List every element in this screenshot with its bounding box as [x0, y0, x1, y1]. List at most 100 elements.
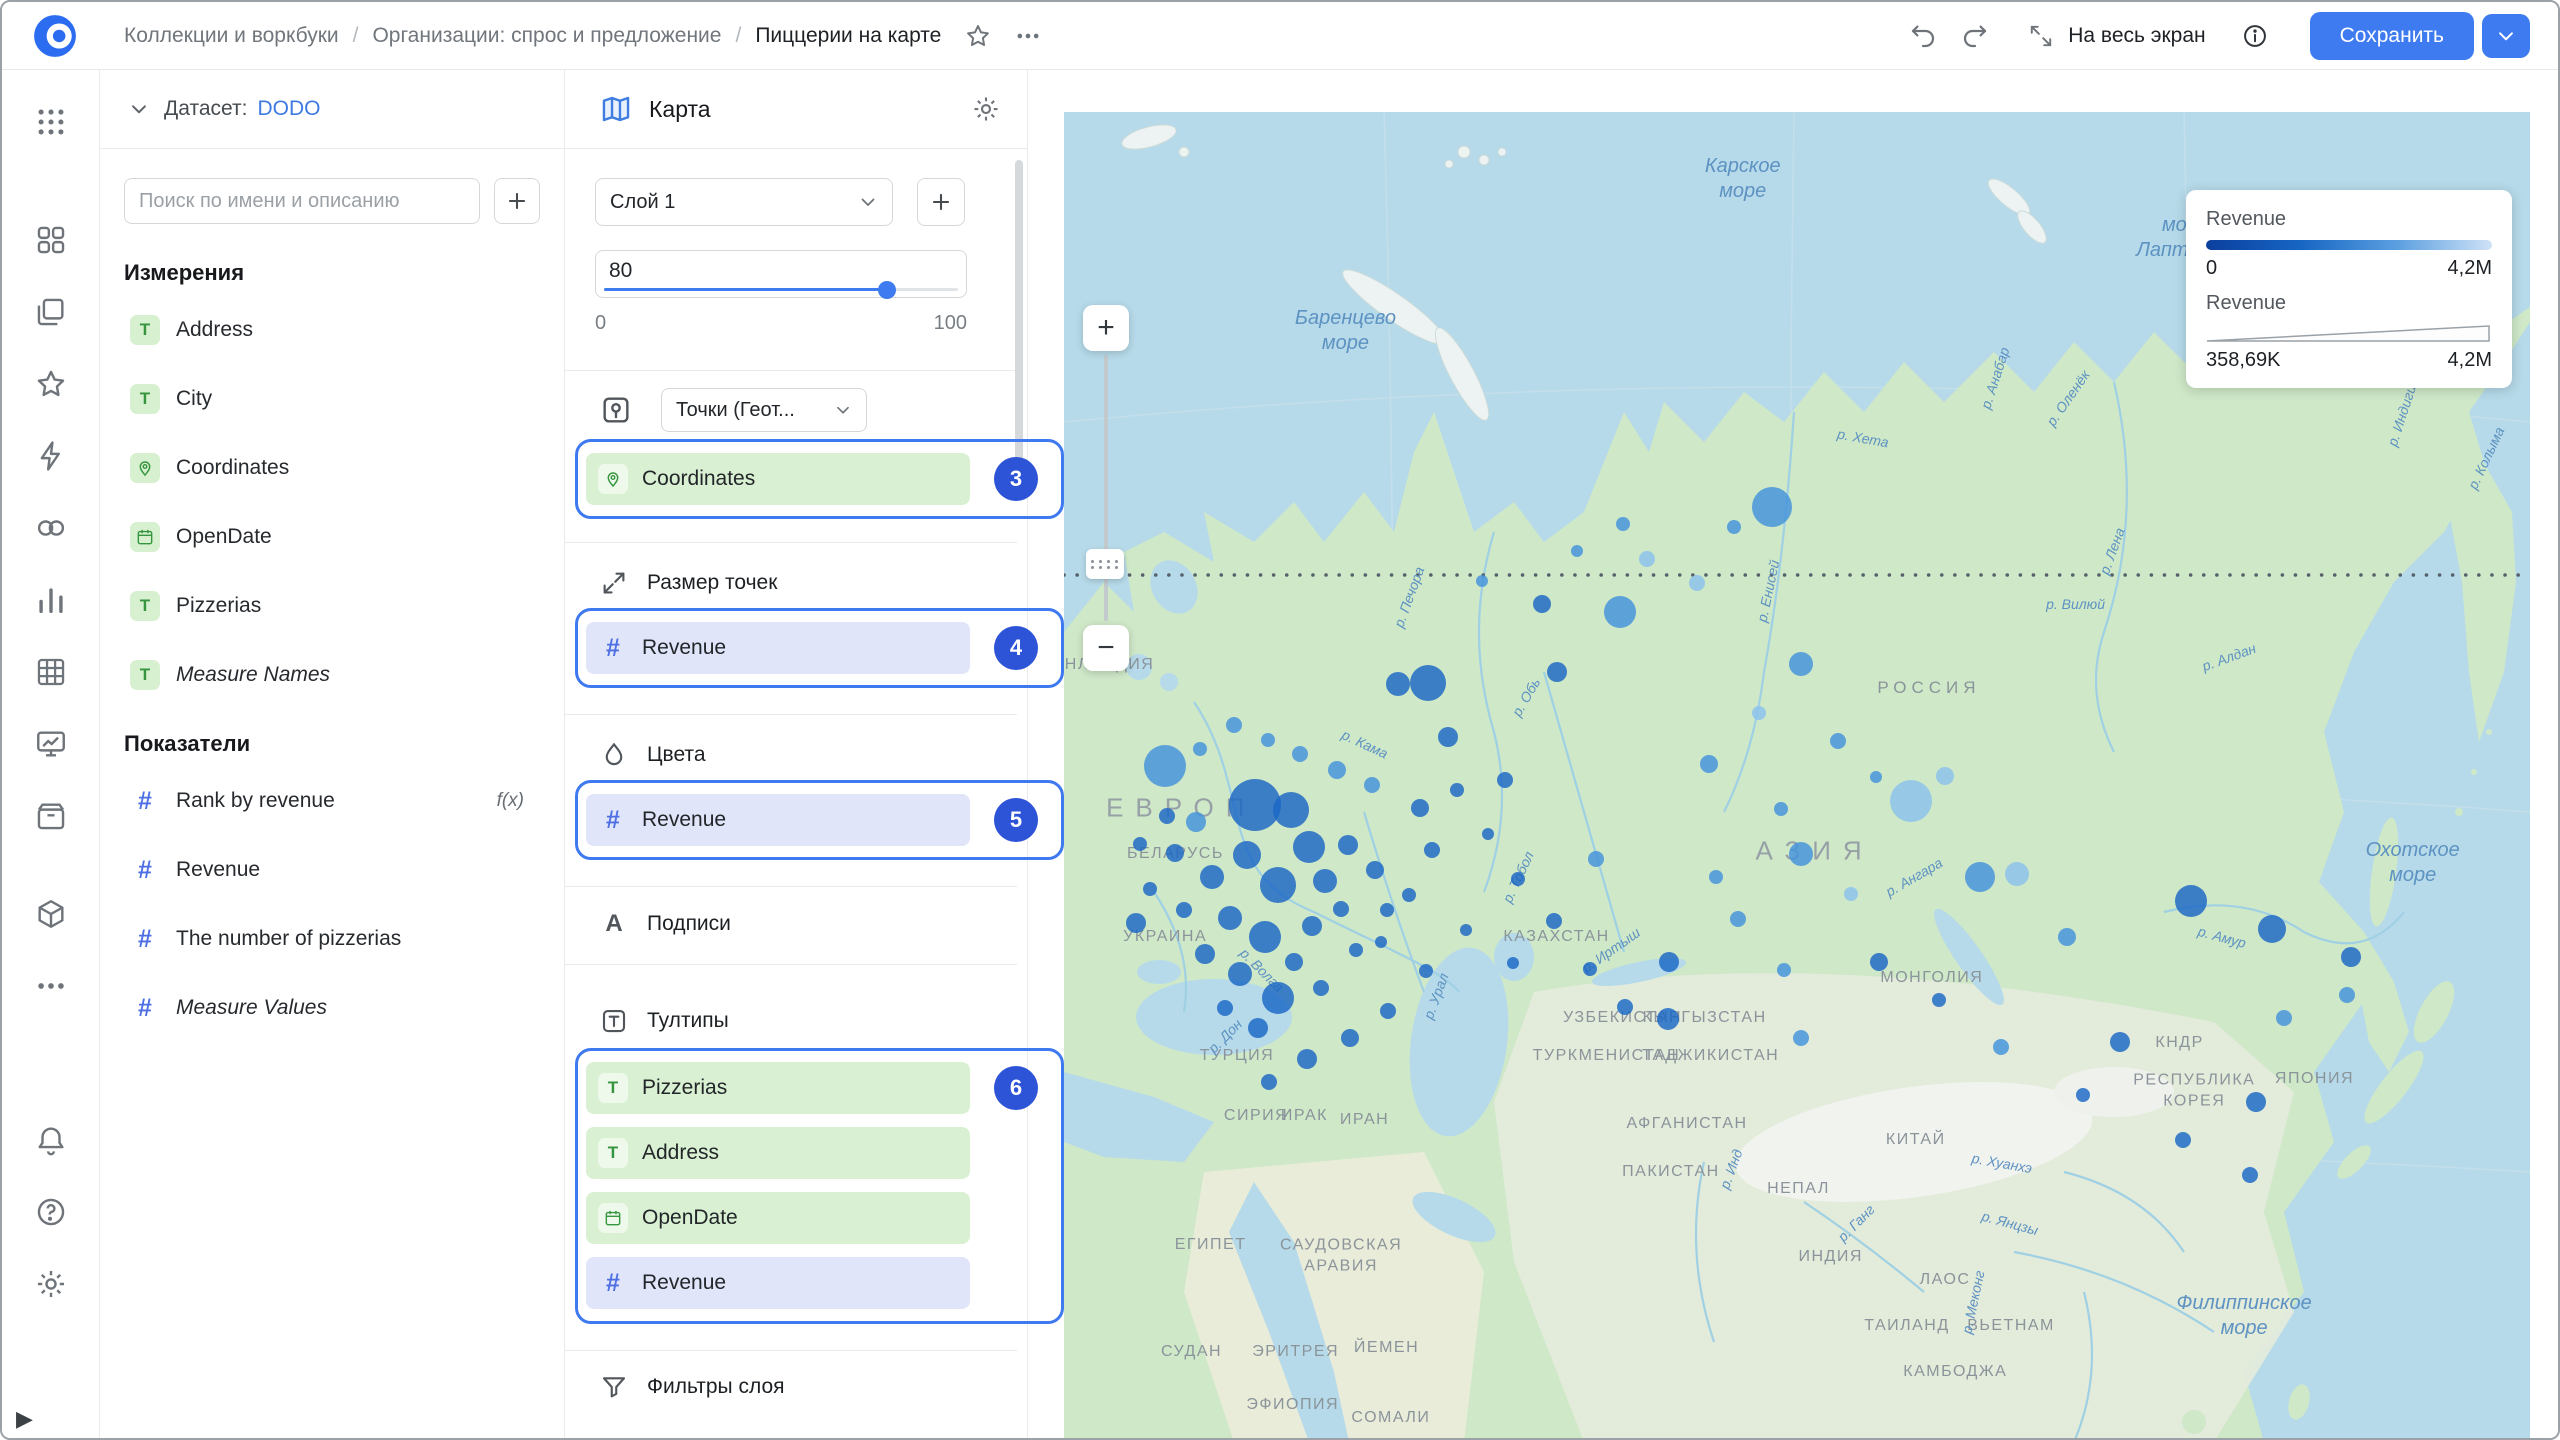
- map-bubble[interactable]: [1233, 841, 1261, 869]
- map-bubble[interactable]: [1249, 921, 1281, 953]
- map-bubble[interactable]: [1730, 911, 1746, 927]
- map-bubble[interactable]: [1511, 872, 1525, 886]
- add-layer-button[interactable]: [917, 178, 965, 226]
- dataset-field-measure-names[interactable]: TMeasure Names: [124, 643, 540, 707]
- dataset-field-rank-by-revenue[interactable]: #Rank by revenuef(x): [124, 769, 540, 833]
- rail-settings-icon[interactable]: [29, 1262, 73, 1306]
- dataset-field-address[interactable]: TAddress: [124, 298, 540, 362]
- layer-filters-section[interactable]: Фильтры слоя: [599, 1363, 785, 1411]
- tooltip-field-address[interactable]: TAddress: [586, 1127, 970, 1179]
- map-bubble[interactable]: [1176, 902, 1192, 918]
- dataset-field-coordinates[interactable]: Coordinates: [124, 436, 540, 500]
- map-bubble[interactable]: [1143, 882, 1157, 896]
- map-bubble[interactable]: [1616, 517, 1630, 531]
- map-canvas[interactable]: Карское мореБаренцево мореморе ЛаптевыхО…: [1064, 112, 2530, 1440]
- map-bubble[interactable]: [2276, 1010, 2292, 1026]
- map-bubble[interactable]: [1200, 865, 1224, 889]
- map-bubble[interactable]: [1193, 742, 1207, 756]
- map-bubble[interactable]: [1659, 952, 1679, 972]
- favorite-star-icon[interactable]: [963, 21, 993, 51]
- map-bubble[interactable]: [1364, 777, 1380, 793]
- layer-select[interactable]: Слой 1: [595, 178, 893, 226]
- map-bubble[interactable]: [1411, 799, 1429, 817]
- map-bubble[interactable]: [1830, 733, 1846, 749]
- save-button[interactable]: Сохранить: [2310, 12, 2474, 60]
- map-bubble[interactable]: [1144, 745, 1186, 787]
- map-bubble[interactable]: [2175, 885, 2207, 917]
- map-bubble[interactable]: [1248, 1018, 1268, 1038]
- more-actions-icon[interactable]: [1013, 21, 1043, 51]
- rail-connections-icon[interactable]: [29, 434, 73, 478]
- map-bubble[interactable]: [2076, 1088, 2090, 1102]
- dataset-name-link[interactable]: DODO: [257, 97, 320, 121]
- map-bubble[interactable]: [1789, 652, 1813, 676]
- map-bubble[interactable]: [1870, 953, 1888, 971]
- dataset-field-city[interactable]: TCity: [124, 367, 540, 431]
- labels-section[interactable]: A Подписи: [599, 900, 731, 948]
- map-bubble[interactable]: [1583, 962, 1597, 976]
- geo-type-select[interactable]: Точки (Геот...: [661, 388, 867, 432]
- map-bubble[interactable]: [1338, 835, 1358, 855]
- opacity-slider[interactable]: 80: [595, 250, 967, 298]
- map-bubble[interactable]: [1293, 831, 1325, 863]
- save-dropdown-button[interactable]: [2482, 14, 2530, 58]
- map-bubble[interactable]: [1777, 963, 1791, 977]
- map-bubble[interactable]: [1261, 733, 1275, 747]
- points-field-chip[interactable]: Coordinates: [586, 453, 970, 505]
- map-bubble[interactable]: [1932, 993, 1946, 1007]
- map-bubble[interactable]: [1639, 551, 1655, 567]
- map-bubble[interactable]: [1126, 913, 1146, 933]
- map-bubble[interactable]: [1262, 982, 1294, 1014]
- rail-dashboards-icon[interactable]: [29, 650, 73, 694]
- map-bubble[interactable]: [1657, 1008, 1679, 1030]
- map-bubble[interactable]: [2058, 928, 2076, 946]
- rail-charts-icon[interactable]: [29, 578, 73, 622]
- datalens-logo[interactable]: [32, 13, 78, 59]
- undo-icon[interactable]: [1908, 21, 1938, 51]
- map-bubble[interactable]: [2110, 1032, 2130, 1052]
- map-bubble[interactable]: [1260, 867, 1296, 903]
- map-bubble[interactable]: [1700, 755, 1718, 773]
- rail-help-icon[interactable]: [29, 1190, 73, 1234]
- rail-collections-icon[interactable]: [29, 218, 73, 262]
- chart-settings-gear-icon[interactable]: [971, 94, 1001, 124]
- map-bubble[interactable]: [1302, 916, 1322, 936]
- colors-field-chip[interactable]: # Revenue: [586, 794, 970, 846]
- map-bubble[interactable]: [1292, 746, 1308, 762]
- map-bubble[interactable]: [1386, 672, 1410, 696]
- map-bubble[interactable]: [1297, 1049, 1317, 1069]
- tooltip-field-opendate[interactable]: OpenDate: [586, 1192, 970, 1244]
- map-bubble[interactable]: [1870, 771, 1882, 783]
- map-bubble[interactable]: [1424, 842, 1440, 858]
- map-bubble[interactable]: [1380, 903, 1394, 917]
- map-bubble[interactable]: [1547, 662, 1567, 682]
- add-field-button[interactable]: [494, 178, 540, 224]
- map-bubble[interactable]: [1228, 962, 1252, 986]
- map-bubble[interactable]: [1419, 964, 1433, 978]
- zoom-slider[interactable]: [1104, 355, 1108, 621]
- map-bubble[interactable]: [1617, 999, 1633, 1015]
- map-bubble[interactable]: [1890, 780, 1932, 822]
- map-bubble[interactable]: [1993, 1039, 2009, 1055]
- map-bubble[interactable]: [1226, 717, 1242, 733]
- redo-icon[interactable]: [1960, 21, 1990, 51]
- map-bubble[interactable]: [1341, 1029, 1359, 1047]
- slider-track[interactable]: [604, 288, 958, 291]
- map-bubble[interactable]: [1375, 936, 1387, 948]
- rail-datasets-icon[interactable]: [29, 506, 73, 550]
- map-bubble[interactable]: [1588, 851, 1604, 867]
- map-bubble[interactable]: [1793, 1030, 1809, 1046]
- map-bubble[interactable]: [2341, 947, 2361, 967]
- map-bubble[interactable]: [1402, 888, 1416, 902]
- map-bubble[interactable]: [1186, 812, 1206, 832]
- ruler-tool-button[interactable]: [1086, 549, 1124, 579]
- rail-services-icon[interactable]: [29, 892, 73, 936]
- map-bubble[interactable]: [1333, 901, 1349, 917]
- map-bubble[interactable]: [1533, 595, 1551, 613]
- config-scrollbar[interactable]: [1015, 160, 1023, 490]
- dataset-field-measure-values[interactable]: #Measure Values: [124, 976, 540, 1040]
- map-bubble[interactable]: [1349, 943, 1363, 957]
- rail-notifications-icon[interactable]: [29, 1118, 73, 1162]
- field-search-input[interactable]: [124, 178, 480, 224]
- map-bubble[interactable]: [1709, 870, 1723, 884]
